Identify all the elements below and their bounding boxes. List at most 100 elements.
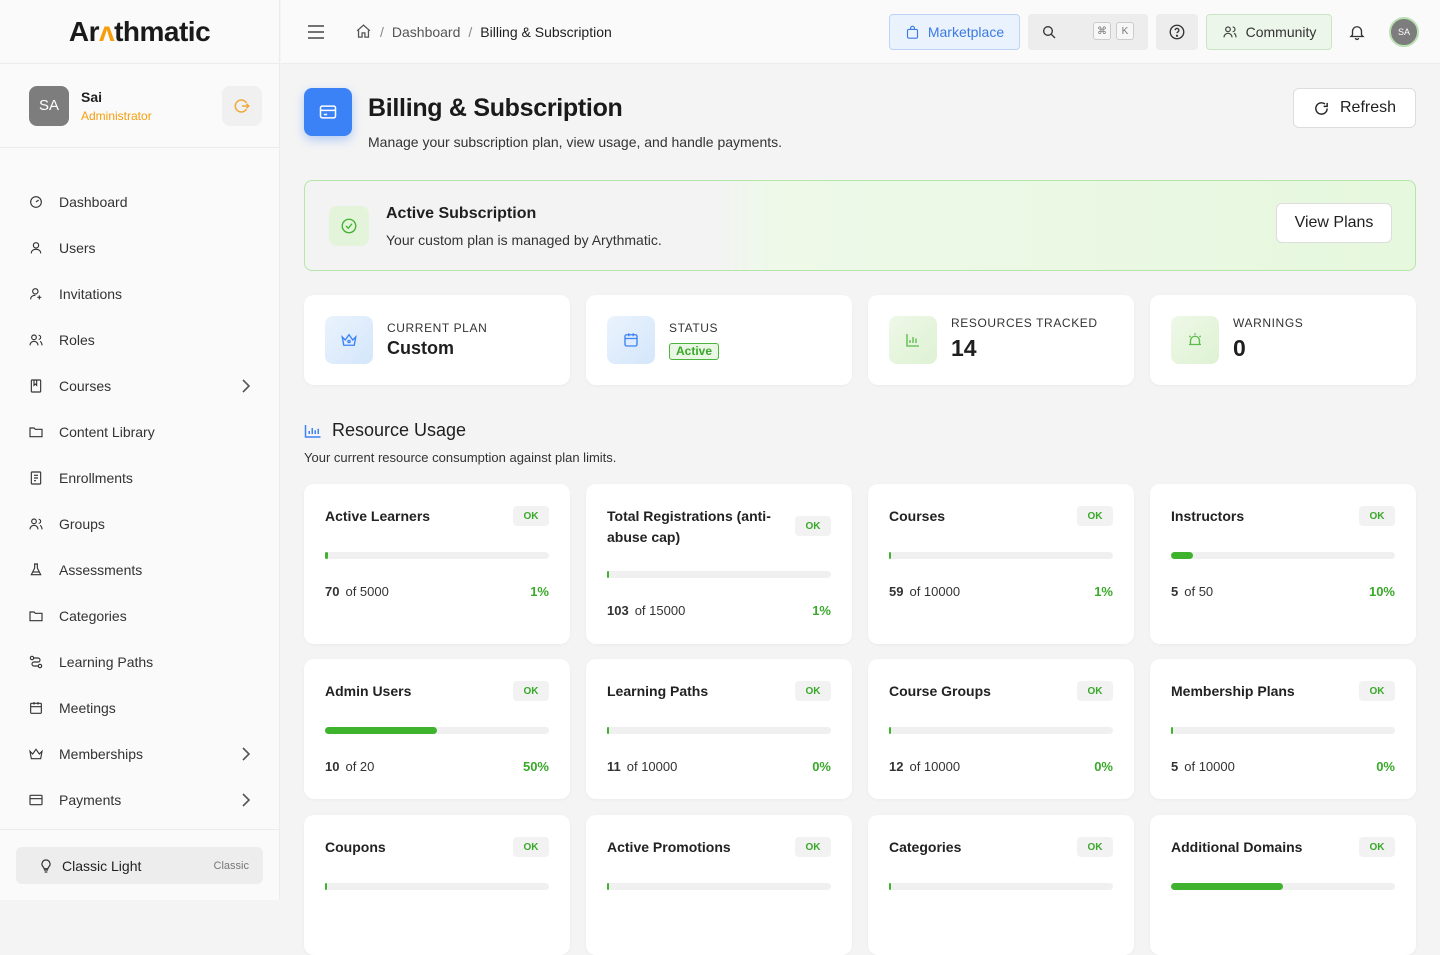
sidebar: Ar ʌ thmatic SA Sai Administrator Dashboar… <box>0 0 280 900</box>
help-icon <box>1169 24 1185 40</box>
usage-count: 12 of 10000 <box>889 759 960 774</box>
app-logo[interactable]: Ar ʌ thmatic <box>0 0 279 64</box>
sidebar-item-payments[interactable]: Payments <box>0 777 279 823</box>
card-icon <box>28 792 44 808</box>
usage-card: Courses OK 59 of 10000 1% <box>868 484 1134 644</box>
logout-button[interactable] <box>222 85 262 126</box>
status-badge: OK <box>795 681 831 701</box>
status-badge: OK <box>1359 506 1395 526</box>
theme-label: Classic Light <box>62 857 142 874</box>
stat-status: STATUS Active <box>586 295 852 385</box>
dashboard-icon <box>28 194 44 210</box>
usage-used: 103 <box>607 603 629 618</box>
usage-progress-bar <box>325 883 549 890</box>
refresh-button[interactable]: Refresh <box>1293 88 1416 128</box>
help-button[interactable] <box>1156 14 1198 50</box>
sidebar-item-label: Meetings <box>59 700 116 716</box>
chevron-right-icon[interactable] <box>241 747 251 761</box>
usage-card: Admin Users OK 10 of 20 50% <box>304 659 570 799</box>
avatar[interactable]: SA <box>29 85 69 126</box>
sidebar-item-roles[interactable]: Roles <box>0 317 279 363</box>
usage-count: 70 of 5000 <box>325 584 389 599</box>
banner-subtitle: Your custom plan is managed by Arythmati… <box>386 232 662 248</box>
usage-card-title: Coupons <box>325 839 386 855</box>
sidebar-item-content-library[interactable]: Content Library <box>0 409 279 455</box>
bar-chart-icon <box>304 424 321 438</box>
route-icon <box>28 654 44 670</box>
user-profile: SA Sai Administrator <box>0 64 279 148</box>
sidebar-item-dashboard[interactable]: Dashboard <box>0 179 279 225</box>
usage-limit: of 20 <box>345 759 375 774</box>
breadcrumb: / Dashboard / Billing & Subscription <box>355 23 612 40</box>
community-label: Community <box>1245 24 1317 40</box>
sidebar-nav: Dashboard Users Invitations Roles Courses Con… <box>0 148 279 823</box>
usage-progress-fill <box>325 727 437 734</box>
sidebar-item-label: Groups <box>59 516 105 532</box>
theme-switcher[interactable]: Classic Light Classic <box>16 847 263 884</box>
resource-usage-subtitle: Your current resource consumption agains… <box>304 450 617 465</box>
stat-warnings: WARNINGS 0 <box>1150 295 1416 385</box>
sidebar-item-invitations[interactable]: Invitations <box>0 271 279 317</box>
kbd-k: K <box>1116 22 1134 40</box>
users-icon <box>1222 26 1237 38</box>
usage-limit: of 10000 <box>909 759 961 774</box>
status-badge: OK <box>513 681 549 701</box>
sidebar-item-assessments[interactable]: Assessments <box>0 547 279 593</box>
usage-progress-fill <box>1171 883 1283 890</box>
user-role: Administrator <box>81 108 152 123</box>
refresh-label: Refresh <box>1339 99 1397 116</box>
sidebar-item-categories[interactable]: Categories <box>0 593 279 639</box>
breadcrumb-separator: / <box>468 23 473 40</box>
resource-usage-title: Resource Usage <box>332 420 467 440</box>
sidebar-item-meetings[interactable]: Meetings <box>0 685 279 731</box>
status-badge: OK <box>1077 837 1113 857</box>
sidebar-item-memberships[interactable]: Memberships <box>0 731 279 777</box>
search-button[interactable]: ⌘ K <box>1028 14 1148 50</box>
user-plus-icon <box>28 286 44 302</box>
usage-progress-bar <box>889 552 1113 559</box>
usage-card-title: Active Promotions <box>607 839 731 855</box>
topbar-avatar[interactable]: SA <box>1389 17 1419 47</box>
usage-card-title: Additional Domains <box>1171 839 1303 855</box>
home-icon[interactable] <box>355 23 372 40</box>
sidebar-item-label: Learning Paths <box>59 654 154 670</box>
usage-progress-bar <box>1171 552 1395 559</box>
sidebar-item-courses[interactable]: Courses <box>0 363 279 409</box>
sidebar-item-groups[interactable]: Groups <box>0 501 279 547</box>
usage-card-title: Courses <box>889 508 946 524</box>
stat-value: 14 <box>951 335 977 361</box>
sidebar-item-users[interactable]: Users <box>0 225 279 271</box>
flask-icon <box>28 562 44 578</box>
stat-label: CURRENT PLAN <box>387 321 488 335</box>
sidebar-item-label: Invitations <box>59 286 123 302</box>
sidebar-item-enrollments[interactable]: Enrollments <box>0 455 279 501</box>
chevron-right-icon[interactable] <box>241 793 251 807</box>
usage-card: Instructors OK 5 of 50 10% <box>1150 484 1416 644</box>
marketplace-button[interactable]: Marketplace <box>889 14 1020 50</box>
breadcrumb-dashboard[interactable]: Dashboard <box>392 24 461 40</box>
menu-icon[interactable] <box>307 24 325 40</box>
sidebar-item-learning-paths[interactable]: Learning Paths <box>0 639 279 685</box>
usage-progress-bar <box>607 883 831 890</box>
stat-label: STATUS <box>669 321 719 335</box>
status-badge: OK <box>513 837 549 857</box>
usage-progress-bar <box>1171 727 1395 734</box>
sidebar-item-label: Memberships <box>59 746 144 762</box>
stat-current-plan: CURRENT PLAN Custom <box>304 295 570 385</box>
folder-icon <box>28 608 44 624</box>
chart-icon <box>889 316 937 364</box>
status-badge: OK <box>1077 506 1113 526</box>
lightbulb-icon <box>41 858 51 873</box>
chevron-right-icon[interactable] <box>241 379 251 393</box>
usage-progress-fill <box>1171 552 1194 559</box>
marketplace-label: Marketplace <box>927 24 1005 40</box>
community-button[interactable]: Community <box>1206 14 1332 50</box>
bell-icon[interactable] <box>1348 22 1366 42</box>
view-plans-button[interactable]: View Plans <box>1276 203 1392 243</box>
folder-icon <box>28 424 44 440</box>
sidebar-item-label: Roles <box>59 332 95 348</box>
usage-used: 12 <box>889 759 904 774</box>
usage-limit: of 10000 <box>626 759 678 774</box>
stat-value: Custom <box>387 338 454 358</box>
status-badge: OK <box>795 837 831 857</box>
